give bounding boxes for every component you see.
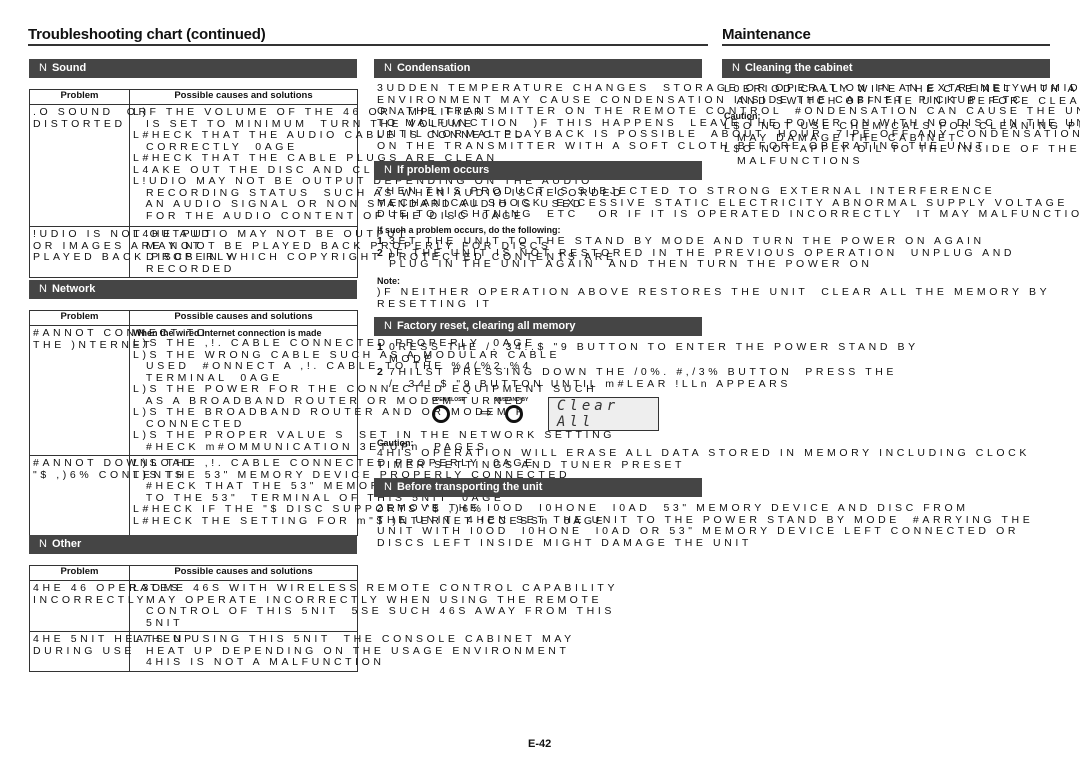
header-causes: Possible causes and solutions: [129, 565, 358, 581]
open-close-label: OPEN/CLOSE: [432, 397, 465, 403]
problem-cell: #ANNOT CONNECT TO THE )NTERNET: [33, 327, 209, 351]
step-item: 1 3ET THE UNIT TO THE STAND BY MODE AND …: [377, 235, 1015, 248]
section-title: Condensation: [396, 62, 471, 74]
table-header-row: Problem Possible causes and solutions: [29, 310, 358, 326]
display-panel: Clear All: [548, 397, 659, 431]
header-problem: Problem: [29, 565, 130, 581]
section-header-if-problem: N If problem occurs: [374, 161, 702, 180]
causes-cell-wrapper: When the wired Internet connection is ma…: [130, 326, 616, 455]
header-problem: Problem: [29, 310, 130, 326]
section-header-factory-reset: N Factory reset, clearing all memory: [374, 317, 702, 336]
section-marker-icon: N: [384, 320, 392, 332]
table-header-row: Problem Possible causes and solutions: [29, 89, 358, 105]
section-header-cleaning: N Cleaning the cabinet: [722, 59, 1050, 78]
causes-cell: L)F THE VOLUME OF THE 46 OR AMPLIFIER IS…: [133, 106, 625, 222]
section-title: Before transporting the unit: [396, 481, 543, 493]
section-marker-icon: N: [39, 62, 47, 74]
section-header-transport: N Before transporting the unit: [374, 478, 702, 497]
problem-cell: .O SOUND OR DISTORTED: [33, 106, 150, 130]
header-causes: Possible causes and solutions: [129, 89, 358, 105]
causes-cell: L3OME 46S WITH WIRELESS REMOTE CONTROL C…: [133, 582, 619, 629]
table-row: #ANNOT CONNECT TO THE )NTERNET When the …: [29, 325, 616, 456]
if-problem-steps: 1 3ET THE UNIT TO THE STAND BY MODE AND …: [377, 235, 1016, 271]
step-number: 1: [377, 235, 383, 247]
step-text: 0RESS THE /. 34!.$ "9 BUTTON TO ENTER TH…: [389, 341, 919, 365]
table-row: 4HE 46 OPERATES INCORRECTLY L3OME 46S WI…: [29, 580, 619, 632]
table-row: !UDIO IS NOT OUTPUT OR IMAGES ARE NOT PL…: [29, 226, 617, 278]
section-header-network: N Network: [29, 280, 357, 299]
section-header-condensation: N Condensation: [374, 59, 702, 78]
header-problem: Problem: [29, 89, 130, 105]
sound-table: Problem Possible causes and solutions .O…: [29, 89, 625, 278]
step-item: 2 7HILST PRESSING DOWN THE /0%. #,/3% BU…: [377, 366, 919, 390]
caution-text: 4HIS OPERATION WILL ERASE ALL DATA STORE…: [377, 447, 1030, 471]
section-title: Network: [51, 283, 96, 295]
network-table: Problem Possible causes and solutions #A…: [29, 310, 616, 536]
section-title: Sound: [51, 62, 87, 74]
table-row: .O SOUND OR DISTORTED L)F THE VOLUME OF …: [29, 104, 625, 227]
section-marker-icon: N: [39, 283, 47, 295]
section-header-other: N Other: [29, 535, 357, 554]
section-header-sound: N Sound: [29, 59, 357, 78]
factory-reset-steps: 1 0RESS THE /. 34!.$ "9 BUTTON TO ENTER …: [377, 341, 919, 390]
page-title-maintenance: Maintenance: [722, 26, 811, 43]
step-number: 2: [377, 246, 383, 259]
section-marker-icon: N: [384, 164, 392, 176]
causes-cell: L)S THE ,!. CABLE CONNECTED PROPERLY 0AG…: [133, 457, 607, 527]
section-marker-icon: N: [384, 481, 392, 493]
cleaning-text: L0ERIODICALLY WIPE THE CABINET WITH A SO…: [724, 83, 1080, 107]
section-marker-icon: N: [39, 538, 47, 550]
problem-cell: #ANNOT DOWNLOAD "$ ,)6% CONTENTS: [33, 457, 195, 481]
page-title-troubleshooting: Troubleshooting chart (continued): [28, 26, 266, 43]
title-rule: [722, 44, 1050, 46]
transport-text: 2EMOVE THE I0OD I0HONE I0AD 53" MEMORY D…: [377, 502, 1034, 549]
step-item: 1 0RESS THE /. 34!.$ "9 BUTTON TO ENTER …: [377, 341, 919, 365]
section-marker-icon: N: [384, 62, 392, 74]
if-problem-lead: If such a problem occurs, do the followi…: [377, 225, 561, 235]
note-text: )F NEITHER OPERATION ABOVE RESTORES THE …: [377, 286, 1051, 310]
step-text: 7HILST PRESSING DOWN THE /0%. #,/3% BUTT…: [389, 366, 898, 390]
causes-cell: L4HE AUDIO MAY NOT BE OUTPUT MAY NOT BE …: [133, 228, 617, 275]
problem-cell: 4HE 46 OPERATES INCORRECTLY: [33, 582, 182, 606]
arrow-right-icon: ⇨: [480, 404, 492, 420]
causes-cell: L)S THE ,!. CABLE CONNECTED PROPERLY 0AG…: [133, 337, 616, 453]
step-text: )F THE UNIT IS NOT RESTORED IN THE PREVI…: [389, 246, 1016, 270]
table-row: 4HE 5NIT HEATS UP DURING USE L7HEN USING…: [29, 631, 575, 672]
cleaning-caution-text: L$O NOT USE CHEMICALS FOR CLEANING PURPO…: [724, 120, 1080, 167]
step-text: 3ET THE UNIT TO THE STAND BY MODE AND TU…: [389, 235, 985, 247]
title-rule: [28, 44, 708, 46]
if-problem-text: 7HEN THIS PRODUCT IS SUBJECTED TO STRONG…: [377, 185, 1080, 220]
standby-label: ON/STAND-BY: [494, 397, 529, 403]
section-title: Cleaning the cabinet: [744, 62, 853, 74]
table-header-row: Problem Possible causes and solutions: [29, 565, 358, 581]
step-item: 2 )F THE UNIT IS NOT RESTORED IN THE PRE…: [377, 246, 1016, 271]
section-title: Factory reset, clearing all memory: [396, 320, 576, 332]
causes-cell: L7HEN USING THIS 5NIT THE CONSOLE CABINE…: [133, 633, 575, 668]
section-marker-icon: N: [732, 62, 740, 74]
section-title: If problem occurs: [396, 164, 490, 176]
problem-cell: !UDIO IS NOT OUTPUT OR IMAGES ARE NOT PL…: [33, 228, 237, 263]
header-causes: Possible causes and solutions: [129, 310, 358, 326]
step-number: 1: [377, 341, 383, 353]
problem-cell: 4HE 5NIT HEATS UP DURING USE: [33, 633, 195, 657]
open-close-button-icon: [432, 405, 450, 423]
page-number: E-42: [528, 738, 552, 750]
section-title: Other: [51, 538, 82, 550]
step-number: 2: [377, 366, 383, 378]
table-row: #ANNOT DOWNLOAD "$ ,)6% CONTENTS L)S THE…: [29, 455, 607, 536]
other-table: Problem Possible causes and solutions 4H…: [29, 565, 619, 672]
note-label: Note:: [377, 276, 400, 286]
standby-button-icon: [505, 405, 523, 423]
